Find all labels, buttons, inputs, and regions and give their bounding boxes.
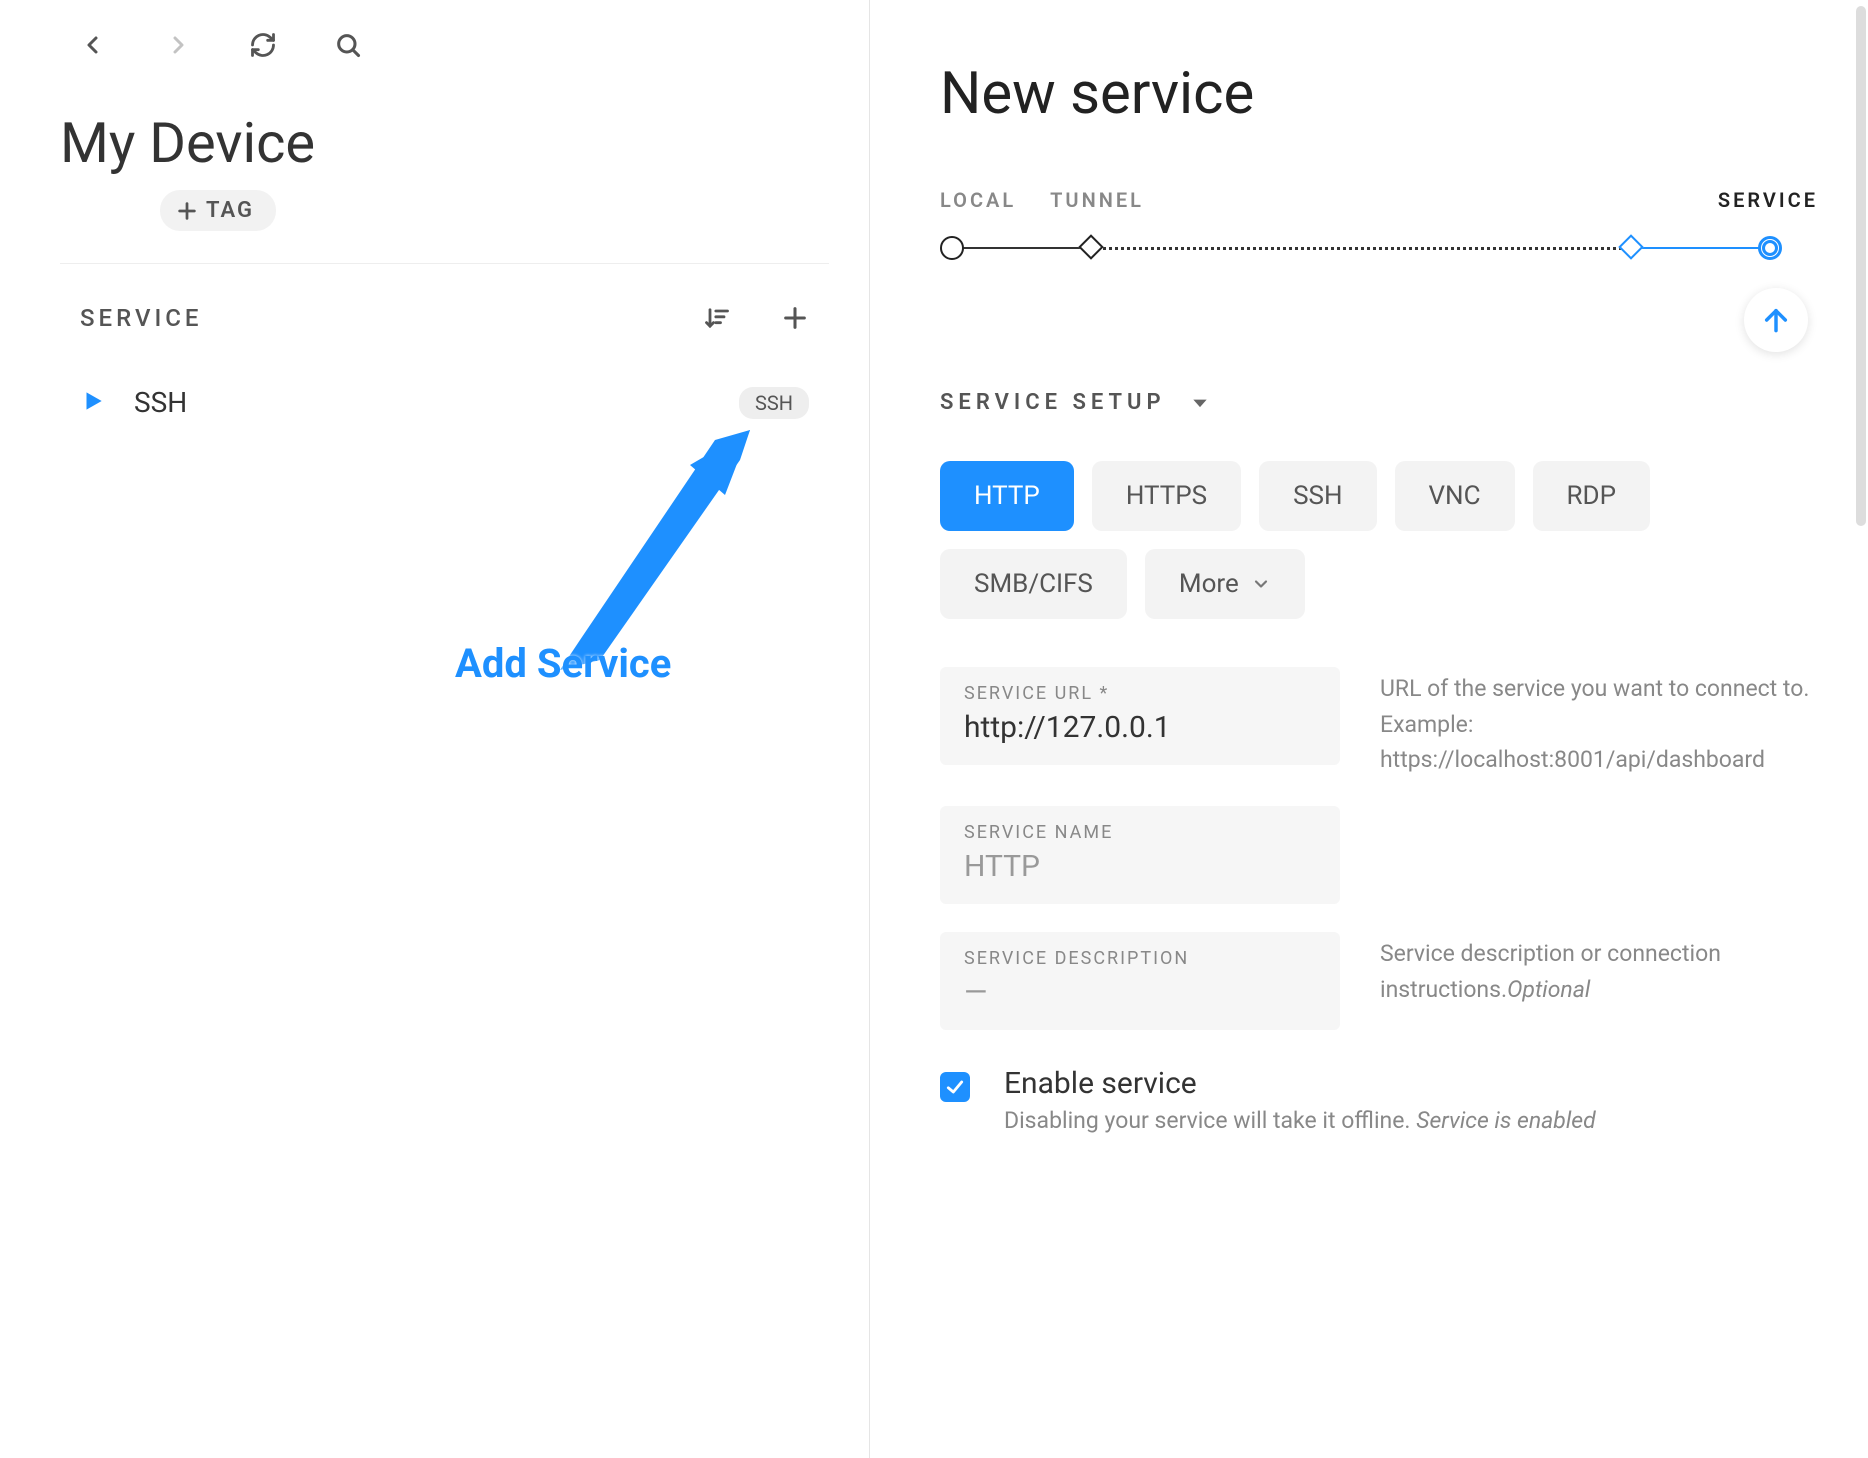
plus-icon [176, 200, 198, 222]
search-icon[interactable] [333, 30, 363, 60]
service-section-header: SERVICE [60, 304, 829, 332]
service-setup-header[interactable]: SERVICE SETUP [940, 390, 1818, 415]
service-row[interactable]: SSH SSH [60, 368, 829, 437]
arrow-up-icon [1760, 304, 1792, 336]
sort-icon[interactable] [703, 304, 731, 332]
protocol-chips: HTTP HTTPS SSH VNC RDP SMB/CIFS More [940, 461, 1818, 619]
refresh-icon[interactable] [248, 30, 278, 60]
scroll-up-button[interactable] [1744, 288, 1808, 352]
service-url-help: URL of the service you want to connect t… [1380, 667, 1818, 778]
chip-ssh[interactable]: SSH [1259, 461, 1376, 531]
service-url-label: SERVICE URL * [964, 683, 1316, 704]
chip-more[interactable]: More [1145, 549, 1305, 619]
service-setup-label: SERVICE SETUP [940, 390, 1166, 415]
tag-chip-label: TAG [206, 198, 254, 223]
service-name-field[interactable]: SERVICE NAME [940, 806, 1340, 904]
chevron-down-icon [1190, 393, 1210, 413]
service-desc-label: SERVICE DESCRIPTION [964, 948, 1316, 969]
stepper-label-local: LOCAL [940, 188, 1016, 212]
annotation-label: Add Service [455, 640, 671, 687]
nav-row [60, 30, 829, 60]
service-name-label: SERVICE NAME [964, 822, 1316, 843]
service-section-label: SERVICE [80, 304, 203, 332]
right-pane: New service LOCAL TUNNEL SERVICE SERVIC [870, 0, 1868, 1458]
chip-rdp[interactable]: RDP [1533, 461, 1651, 531]
stepper-label-service: SERVICE [1718, 188, 1818, 212]
stepper-node-tunnel[interactable] [1078, 234, 1103, 259]
enable-service-subtitle: Disabling your service will take it offl… [1004, 1107, 1596, 1134]
left-pane: My Device TAG SERVICE SSH SSH [0, 0, 870, 1458]
page-title: New service [940, 60, 1818, 128]
service-name-input[interactable] [964, 849, 1316, 884]
add-service-icon[interactable] [781, 304, 809, 332]
service-row-name: SSH [134, 386, 711, 419]
device-title: My Device [60, 110, 829, 176]
back-icon[interactable] [78, 30, 108, 60]
enable-service-row: Enable service Disabling your service wi… [940, 1066, 1818, 1134]
chip-vnc[interactable]: VNC [1395, 461, 1515, 531]
service-desc-input[interactable] [964, 975, 1316, 1010]
service-row-badge: SSH [739, 387, 809, 419]
play-icon [80, 388, 106, 418]
stepper: LOCAL TUNNEL SERVICE [940, 188, 1818, 260]
service-desc-help: Service description or connection instru… [1380, 932, 1818, 1007]
service-url-input[interactable] [964, 710, 1316, 745]
stepper-label-tunnel: TUNNEL [1050, 188, 1144, 212]
stepper-node-premid[interactable] [1618, 234, 1643, 259]
service-desc-field[interactable]: SERVICE DESCRIPTION [940, 932, 1340, 1030]
chevron-down-icon [1251, 574, 1271, 594]
add-tag-chip[interactable]: TAG [160, 190, 276, 231]
service-url-field[interactable]: SERVICE URL * [940, 667, 1340, 765]
check-icon [945, 1077, 965, 1097]
forward-icon[interactable] [163, 30, 193, 60]
stepper-node-service[interactable] [1758, 236, 1782, 260]
enable-service-title: Enable service [1004, 1066, 1596, 1101]
enable-service-checkbox[interactable] [940, 1072, 970, 1102]
chip-https[interactable]: HTTPS [1092, 461, 1241, 531]
chip-smbcifs[interactable]: SMB/CIFS [940, 549, 1127, 619]
divider [60, 263, 829, 264]
chip-http[interactable]: HTTP [940, 461, 1074, 531]
stepper-node-local[interactable] [940, 236, 964, 260]
scrollbar[interactable] [1856, 6, 1866, 526]
